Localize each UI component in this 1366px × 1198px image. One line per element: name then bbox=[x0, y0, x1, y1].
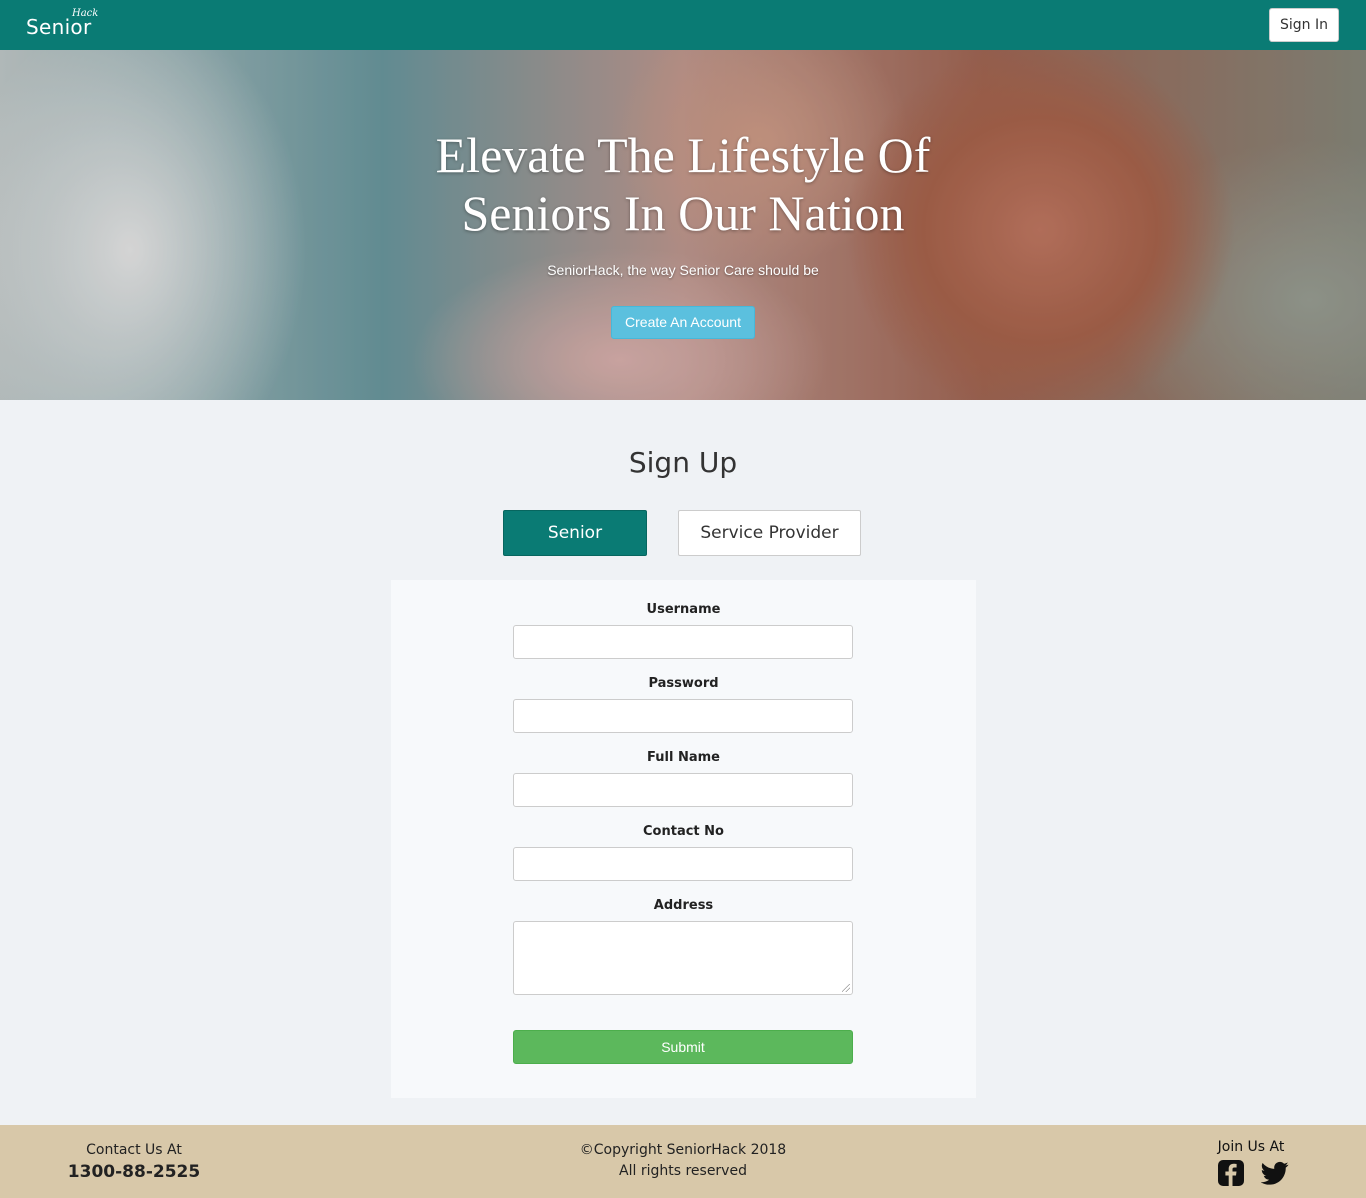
hero-title-line-2: Seniors In Our Nation bbox=[461, 185, 905, 241]
top-navbar: Senior Hack Sign In bbox=[0, 0, 1366, 50]
address-label: Address bbox=[653, 898, 714, 913]
full-name-label: Full Name bbox=[647, 750, 720, 765]
hero-subtitle: SeniorHack, the way Senior Care should b… bbox=[547, 262, 819, 278]
facebook-icon[interactable] bbox=[1217, 1159, 1245, 1187]
copyright-text: ©Copyright SeniorHack 2018 bbox=[579, 1142, 787, 1158]
password-label: Password bbox=[648, 676, 719, 691]
hero-title-line-1: Elevate The Lifestyle Of bbox=[435, 127, 931, 183]
full-name-input[interactable] bbox=[513, 773, 853, 807]
twitter-icon[interactable] bbox=[1260, 1159, 1289, 1187]
footer: Contact Us At 1300-88-2525 ©Copyright Se… bbox=[0, 1125, 1366, 1198]
rights-text: All rights reserved bbox=[619, 1163, 747, 1179]
signup-title: Sign Up bbox=[628, 446, 738, 479]
contact-no-label: Contact No bbox=[643, 824, 724, 839]
address-textarea[interactable] bbox=[513, 921, 853, 995]
signup-form: Username Password Full Name Contact No A… bbox=[391, 580, 976, 1098]
role-service-provider-button[interactable]: Service Provider bbox=[678, 510, 861, 556]
join-us-label: Join Us At bbox=[1217, 1139, 1285, 1155]
logo-superscript: Hack bbox=[72, 8, 99, 19]
submit-button[interactable]: Submit bbox=[513, 1030, 853, 1064]
seniorhack-logo[interactable]: Senior Hack bbox=[26, 8, 106, 44]
create-account-button[interactable]: Create An Account bbox=[611, 306, 755, 339]
username-label: Username bbox=[646, 602, 721, 617]
hero-banner: Elevate The Lifestyle Of Seniors In Our … bbox=[0, 50, 1366, 400]
resize-handle-icon[interactable] bbox=[842, 984, 850, 992]
password-input[interactable] bbox=[513, 699, 853, 733]
username-input[interactable] bbox=[513, 625, 853, 659]
role-senior-button[interactable]: Senior bbox=[503, 510, 647, 556]
hero-title: Elevate The Lifestyle Of Seniors In Our … bbox=[0, 126, 1366, 242]
contact-no-input[interactable] bbox=[513, 847, 853, 881]
sign-in-button[interactable]: Sign In bbox=[1269, 8, 1339, 42]
